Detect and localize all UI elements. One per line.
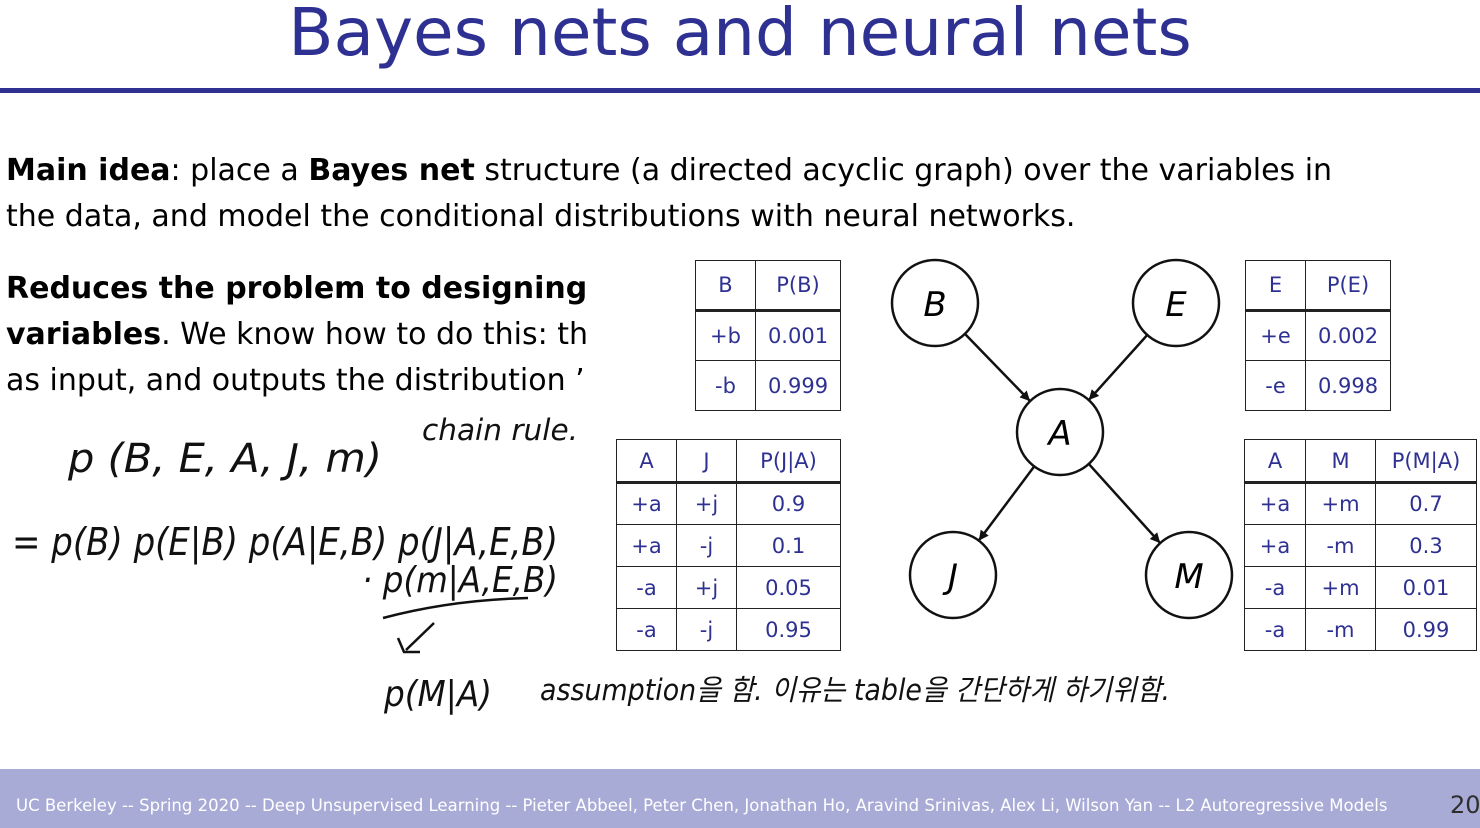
handwritten-underline [382,596,529,620]
handwritten-korean-note: assumption을 함. 이유는 table을 간단하게 하기위함. [540,673,1170,707]
handwritten-chain-rule: chain rule. [422,413,578,447]
handwritten-annotations: p (B, E, A, J, m) chain rule. = p(B) p(E… [12,413,1170,715]
page-number: 20 [1450,791,1480,819]
footer-credits: UC Berkeley -- Spring 2020 -- Deep Unsup… [16,796,1388,815]
handwritten-expansion-1: = p(B) p(E|B) p(A|E,B) p(J|A,E,B) [12,520,558,565]
footer-band: UC Berkeley -- Spring 2020 -- Deep Unsup… [0,769,1480,828]
handwritten-arrow [396,622,435,654]
handwritten-joint-probability: p (B, E, A, J, m) [67,436,382,482]
handwritten-expansion-2: · p(m|A,E,B) [362,560,558,601]
handwritten-simplified-term: p(M|A) [383,674,492,715]
